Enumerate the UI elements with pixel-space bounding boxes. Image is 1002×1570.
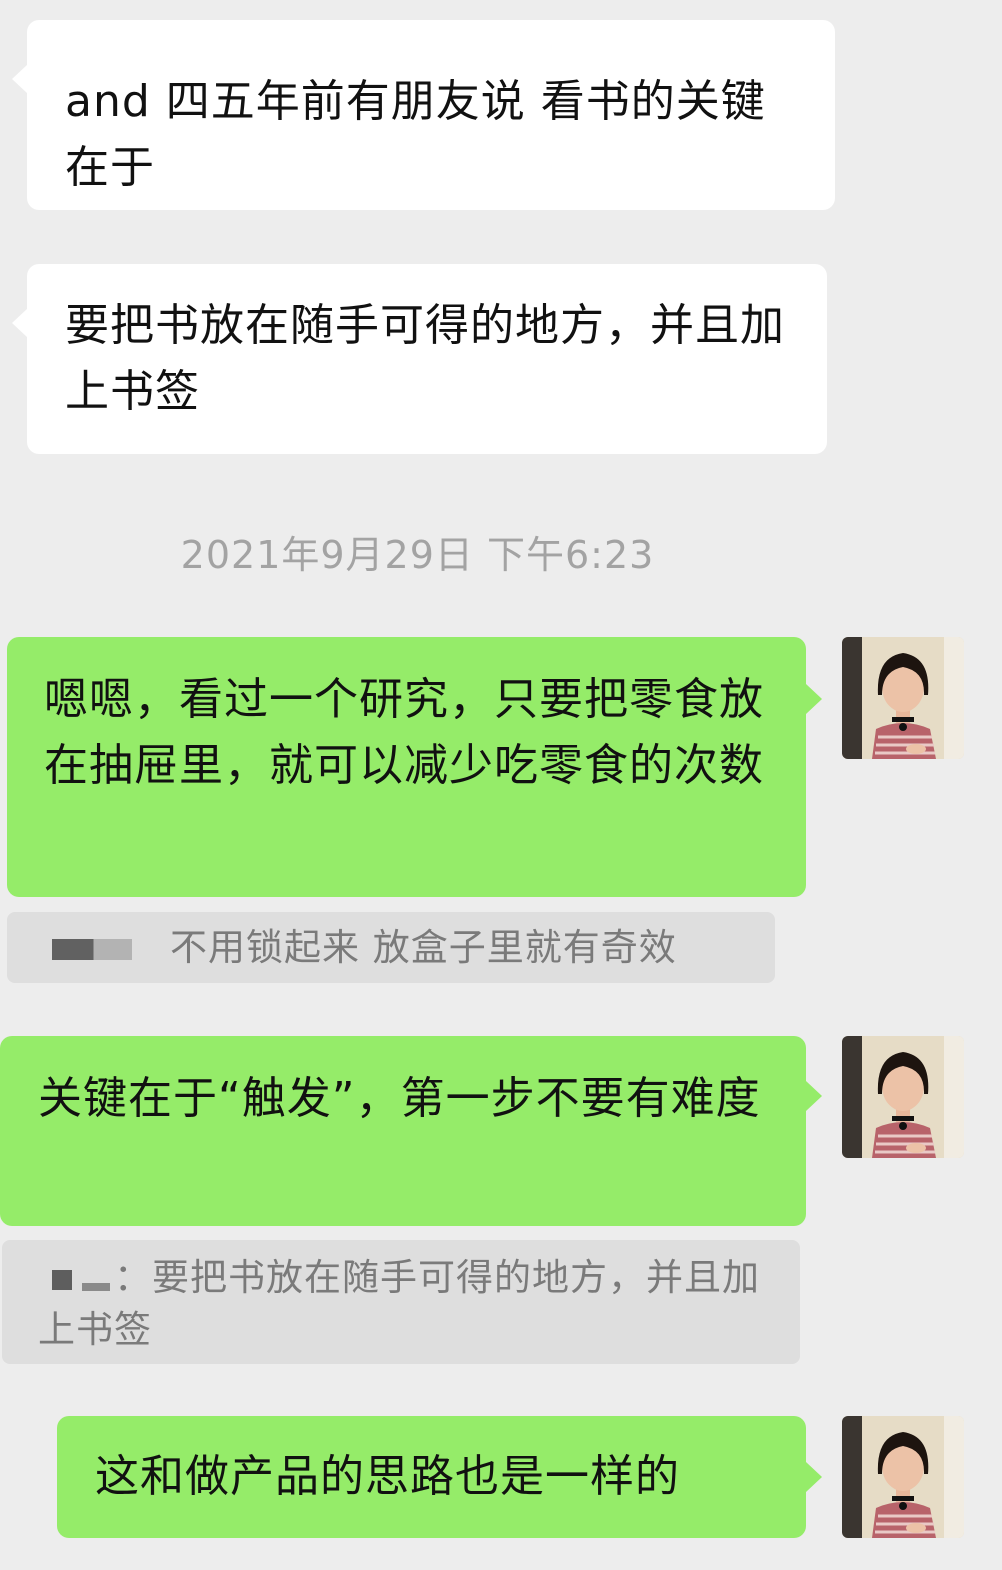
message-bubble[interactable]: 这和做产品的思路也是一样的 (57, 1416, 806, 1538)
message-bubble[interactable]: 嗯嗯，看过一个研究，只要把零食放在抽屉里，就可以减少吃零食的次数 (7, 637, 806, 897)
redacted-sender (52, 939, 132, 960)
message-text: 这和做产品的思路也是一样的 (95, 1451, 680, 1502)
quoted-message[interactable]: ：要把书放在随手可得的地方，并且加上书签 (2, 1240, 800, 1364)
bubble-tail (806, 684, 822, 714)
message-text: and 四五年前有朋友说 看书的关键在于 (65, 76, 766, 193)
message-bubble[interactable]: 要把书放在随手可得的地方，并且加上书签 (27, 264, 827, 454)
user-avatar-icon (842, 1036, 964, 1158)
message-text: 要把书放在随手可得的地方，并且加上书签 (65, 300, 785, 417)
bubble-tail (806, 1081, 822, 1111)
avatar[interactable] (842, 1416, 964, 1538)
redacted-sender-fragment (82, 1282, 110, 1291)
message-text: 关键在于“触发”，第一步不要有难度 (38, 1073, 761, 1124)
redacted-sender (52, 1269, 72, 1290)
quoted-text: ：要把书放在随手可得的地方，并且加上书签 (38, 1256, 760, 1351)
message-bubble[interactable]: and 四五年前有朋友说 看书的关键在于 (27, 20, 835, 210)
bubble-tail (12, 308, 28, 338)
message-bubble[interactable]: 关键在于“触发”，第一步不要有难度 (0, 1036, 806, 1226)
user-avatar-icon (842, 637, 964, 759)
message-text: 嗯嗯，看过一个研究，只要把零食放在抽屉里，就可以减少吃零食的次数 (44, 674, 764, 791)
bubble-tail (12, 64, 28, 94)
avatar[interactable] (842, 637, 964, 759)
avatar[interactable] (842, 1036, 964, 1158)
message-timestamp: 2021年9月29日 下午6:23 (180, 533, 655, 577)
quoted-message[interactable]: 不用锁起来 放盒子里就有奇效 (7, 912, 775, 983)
bubble-tail (806, 1462, 822, 1492)
user-avatar-icon (842, 1416, 964, 1538)
quoted-text: 不用锁起来 放盒子里就有奇效 (170, 926, 677, 969)
